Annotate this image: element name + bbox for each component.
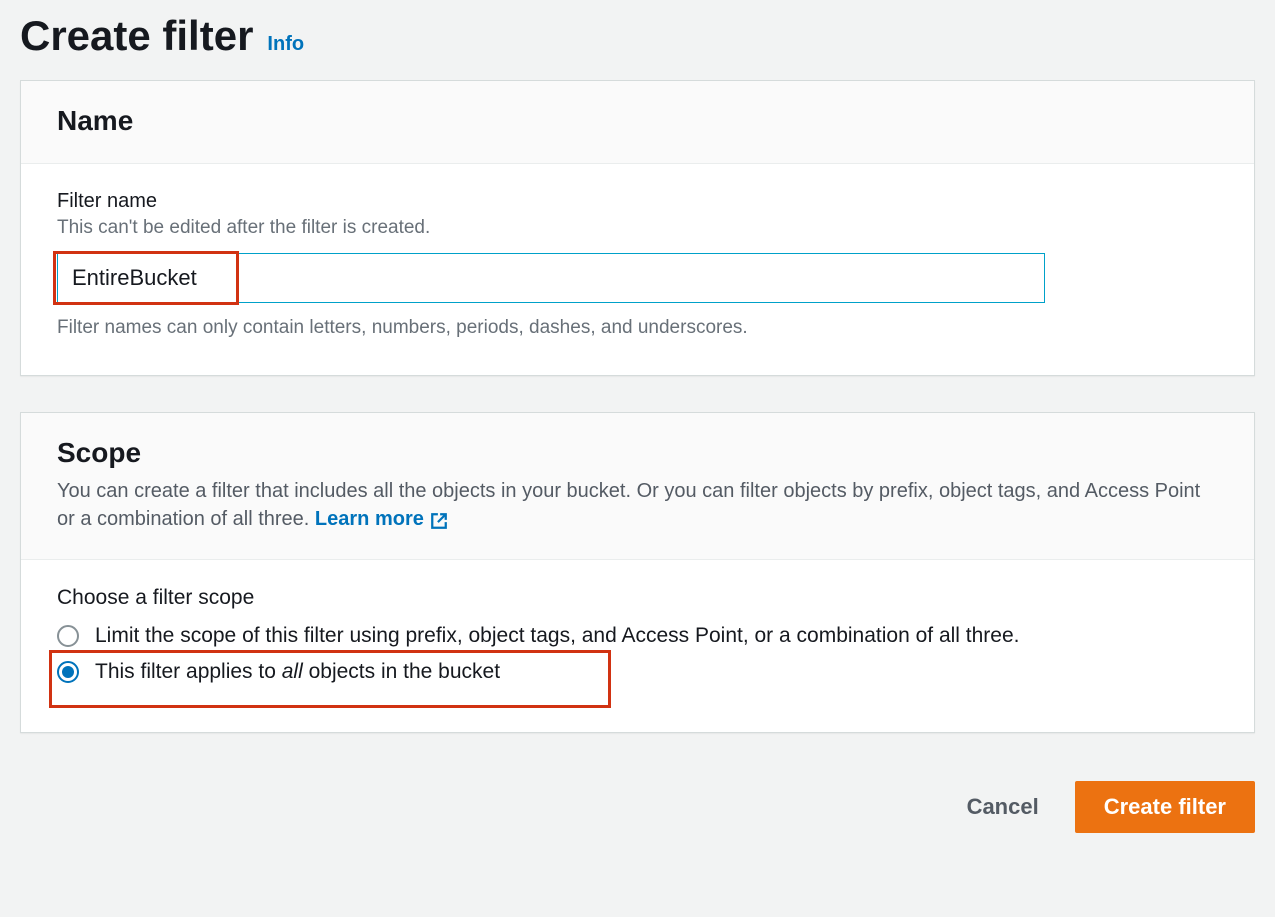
- radio-all-pre: This filter applies to: [95, 660, 282, 683]
- cancel-button[interactable]: Cancel: [959, 784, 1047, 830]
- filter-name-label: Filter name: [57, 190, 1218, 213]
- external-link-icon: [430, 510, 448, 528]
- scope-panel: Scope You can create a filter that inclu…: [20, 412, 1255, 733]
- page-title: Create filter: [20, 12, 253, 60]
- choose-scope-label: Choose a filter scope: [57, 586, 1218, 610]
- scope-panel-header: Scope You can create a filter that inclu…: [21, 413, 1254, 560]
- filter-name-constraint: Filter names can only contain letters, n…: [57, 317, 1218, 339]
- create-filter-button[interactable]: Create filter: [1075, 781, 1255, 833]
- radio-icon: [57, 661, 79, 683]
- radio-option-limit[interactable]: Limit the scope of this filter using pre…: [57, 624, 1218, 648]
- radio-all-ital: all: [282, 660, 303, 683]
- name-panel-body: Filter name This can't be edited after t…: [21, 164, 1254, 375]
- name-heading: Name: [57, 105, 1218, 137]
- scope-panel-body: Choose a filter scope Limit the scope of…: [21, 560, 1254, 732]
- learn-more-link[interactable]: Learn more: [315, 505, 448, 533]
- filter-name-input[interactable]: [57, 253, 1045, 303]
- radio-dot-icon: [62, 666, 74, 678]
- scope-description: You can create a filter that includes al…: [57, 477, 1218, 533]
- filter-name-hint: This can't be edited after the filter is…: [57, 217, 1218, 239]
- radio-icon: [57, 625, 79, 647]
- info-link[interactable]: Info: [267, 33, 304, 56]
- radio-option-limit-label: Limit the scope of this filter using pre…: [95, 624, 1019, 648]
- scope-description-text: You can create a filter that includes al…: [57, 480, 1200, 530]
- scope-heading: Scope: [57, 437, 1218, 469]
- radio-option-all[interactable]: This filter applies to all objects in th…: [57, 660, 1218, 684]
- radio-all-post: objects in the bucket: [303, 660, 500, 683]
- name-panel: Name Filter name This can't be edited af…: [20, 80, 1255, 376]
- radio-option-all-label: This filter applies to all objects in th…: [95, 660, 500, 684]
- name-panel-header: Name: [21, 81, 1254, 164]
- page-header: Create filter Info: [20, 0, 1255, 80]
- footer-actions: Cancel Create filter: [20, 769, 1255, 853]
- learn-more-label: Learn more: [315, 505, 424, 533]
- filter-name-input-wrap: [57, 253, 1045, 303]
